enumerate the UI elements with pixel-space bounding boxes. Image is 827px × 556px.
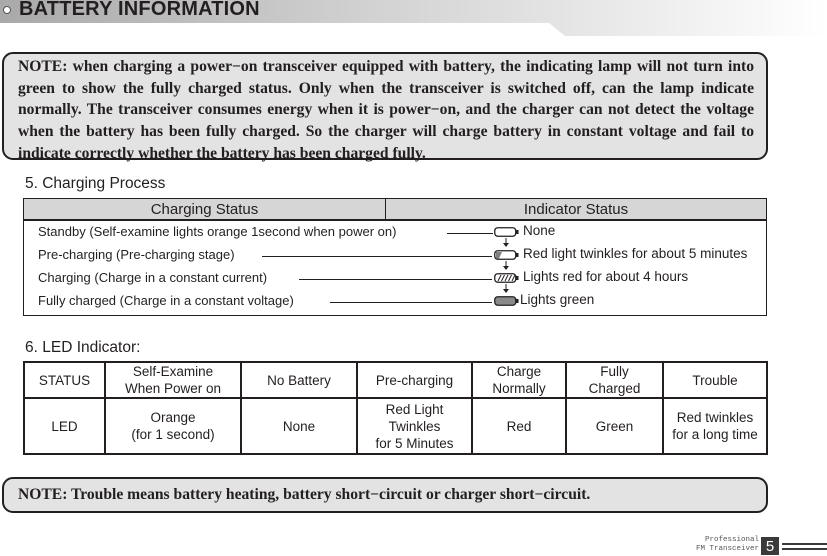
cell-text: When Power on (124, 381, 222, 396)
cell-text: Charge (496, 364, 542, 379)
page-number: 5 (761, 537, 779, 555)
cell-text: Green (595, 418, 634, 434)
cell-trouble: Trouble (662, 361, 768, 399)
connector-line (262, 256, 492, 257)
cell-led-red: Red (471, 397, 567, 455)
cell-text: Red (506, 418, 532, 434)
cell-text: Self-Examine (132, 364, 214, 379)
connector-line (447, 233, 493, 234)
cell-led-green: Green (565, 397, 664, 455)
row-label-led: LED (23, 397, 106, 455)
cell-text: Pre-charging (375, 372, 454, 388)
cell-text: Trouble (692, 372, 738, 388)
divider (782, 543, 827, 545)
cell-text: No Battery (267, 372, 331, 388)
battery-empty-icon (494, 227, 519, 237)
down-arrow-icon (503, 284, 509, 293)
cell-led-orange: Orange (for 1 second) (104, 397, 242, 455)
battery-charging-icon (494, 273, 519, 283)
indicator-red-solid: Lights red for about 4 hours (523, 269, 689, 284)
battery-full-icon (494, 296, 519, 306)
cell-text: for a long time (672, 427, 758, 442)
page-title: BATTERY INFORMATION (19, 0, 260, 20)
note-box-trouble: NOTE: Trouble means battery heating, bat… (2, 477, 768, 513)
cell-text: Charged (588, 381, 641, 396)
cell-text: Normally (492, 381, 546, 396)
cell-text: None (282, 418, 316, 434)
charging-status-fully-charged: Fully charged (Charge in a constant volt… (38, 293, 294, 308)
header-indicator-status: Indicator Status (523, 201, 629, 218)
table-row-status: STATUS Self-Examine When Power on No Batt… (23, 361, 768, 399)
led-indicator-table: STATUS Self-Examine When Power on No Batt… (23, 361, 768, 455)
footer-decoration-lines (782, 543, 827, 553)
cell-charge-normally: Charge Normally (471, 361, 567, 399)
charging-process-table: Charging Status Indicator Status Standby… (23, 198, 767, 316)
row-label-status: STATUS (23, 361, 106, 399)
section-header-band: BATTERY INFORMATION (0, 0, 827, 36)
section-title-charging-process: 5. Charging Process (25, 175, 166, 192)
connector-line (330, 302, 492, 303)
cell-text: (for 1 second) (131, 427, 215, 442)
charging-status-standby: Standby (Self-examine lights orange 1sec… (38, 224, 397, 239)
cell-text: Red Light (385, 401, 444, 417)
footer-label: Professional FM Transceiver (696, 536, 759, 554)
cell-pre-charging: Pre-charging (356, 361, 473, 399)
header-charging-status: Charging Status (24, 199, 386, 219)
note-text: NOTE: Trouble means battery heating, bat… (18, 486, 591, 503)
footer-line-2: FM Transceiver (695, 545, 759, 553)
cell-fully-charged: Fully Charged (565, 361, 664, 399)
bullet-circle-icon (3, 6, 11, 14)
table-header: Charging Status Indicator Status (24, 199, 766, 221)
divider (782, 548, 827, 550)
table-row-led: LED Orange (for 1 second) None Red Light T… (23, 397, 768, 455)
cell-led-red-long: Red twinkles for a long time (662, 397, 768, 455)
cell-self-examine: Self-Examine When Power on (104, 361, 242, 399)
cell-text: for 5 Minutes (375, 435, 454, 451)
cell-led-none: None (240, 397, 358, 455)
cell-text: Orange (150, 410, 196, 425)
cell-text: LED (51, 418, 78, 434)
cell-text: Red twinkles (676, 410, 754, 425)
cell-led-red-twinkle: Red Light Twinkles for 5 Minutes (356, 397, 473, 455)
footer-line-1: Professional (704, 536, 759, 544)
indicator-green: Lights green (520, 292, 595, 307)
cell-text: STATUS (38, 372, 91, 388)
note-box-charging-warning: NOTE: when charging a power−on transceiv… (2, 52, 768, 162)
indicator-none: None (523, 223, 556, 238)
indicator-red-twinkle: Red light twinkles for about 5 minutes (523, 246, 748, 261)
cell-text: Twinkles (388, 418, 441, 434)
charging-status-charging: Charging (Charge in a constant current) (38, 270, 268, 285)
battery-low-icon (494, 250, 519, 260)
cell-text: Fully (600, 364, 629, 379)
note-text: NOTE: when charging a power−on transceiv… (18, 58, 754, 162)
down-arrow-icon (503, 238, 509, 247)
charging-status-pre-charging: Pre-charging (Pre-charging stage) (38, 247, 235, 262)
connector-line (299, 279, 492, 280)
cell-no-battery: No Battery (240, 361, 358, 399)
down-arrow-icon (503, 261, 509, 270)
section-title-led-indicator: 6. LED Indicator: (25, 339, 141, 356)
